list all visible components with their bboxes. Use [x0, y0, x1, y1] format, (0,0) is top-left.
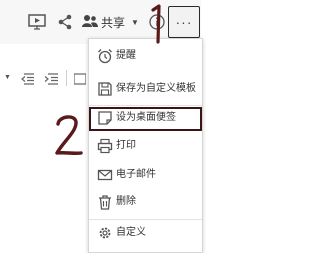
chevron-down-icon: ▼: [131, 17, 139, 27]
printer-icon: [97, 138, 113, 154]
menu-item-label: 电子邮件: [116, 169, 156, 180]
menu-item-delete[interactable]: 删除: [89, 191, 202, 213]
menu-item-print[interactable]: 打印: [89, 135, 202, 157]
menu-item-label: 打印: [116, 140, 136, 151]
more-options-menu: 提醒 保存为自定义模板 设为桌面便签 打印 电子邮件 删除 自定义: [88, 38, 203, 253]
menu-item-label: 保存为自定义模板: [116, 83, 196, 94]
alarm-clock-icon: [97, 48, 113, 64]
menu-item-customize[interactable]: 自定义: [89, 222, 202, 244]
desktop-note-icon: [97, 110, 113, 126]
editing-toolbar: ▼: [0, 64, 90, 94]
increase-indent-icon[interactable]: [44, 72, 58, 90]
gear-icon: [97, 225, 113, 241]
menu-item-set-desktop-note[interactable]: 设为桌面便签: [89, 107, 202, 131]
menu-divider: [89, 105, 202, 106]
decrease-indent-icon[interactable]: [20, 72, 34, 90]
menu-item-label: 自定义: [116, 227, 146, 238]
share-button[interactable]: 共享 ▼: [82, 12, 139, 32]
toolbar-separator: [66, 70, 67, 86]
dropdown-arrow-icon[interactable]: ▼: [4, 74, 11, 81]
more-options-button[interactable]: ···: [168, 6, 200, 38]
menu-item-label: 删除: [116, 196, 136, 207]
people-icon: [82, 14, 98, 31]
menu-item-label: 提醒: [116, 50, 136, 61]
present-icon[interactable]: [28, 14, 46, 30]
menu-item-label: 设为桌面便签: [116, 112, 176, 123]
menu-divider: [89, 219, 202, 220]
trash-icon: [97, 194, 113, 210]
share-label: 共享: [101, 15, 126, 30]
more-label: ···: [175, 14, 193, 30]
save-template-icon: [97, 81, 113, 97]
menu-item-save-template[interactable]: 保存为自定义模板: [89, 78, 202, 100]
share-network-icon[interactable]: [57, 14, 73, 30]
envelope-icon: [97, 167, 113, 183]
info-icon[interactable]: [149, 14, 165, 30]
list-icon[interactable]: [73, 72, 87, 90]
annotation-step-2: 2: [53, 114, 83, 163]
menu-item-email[interactable]: 电子邮件: [89, 164, 202, 186]
menu-item-reminder[interactable]: 提醒: [89, 45, 202, 67]
